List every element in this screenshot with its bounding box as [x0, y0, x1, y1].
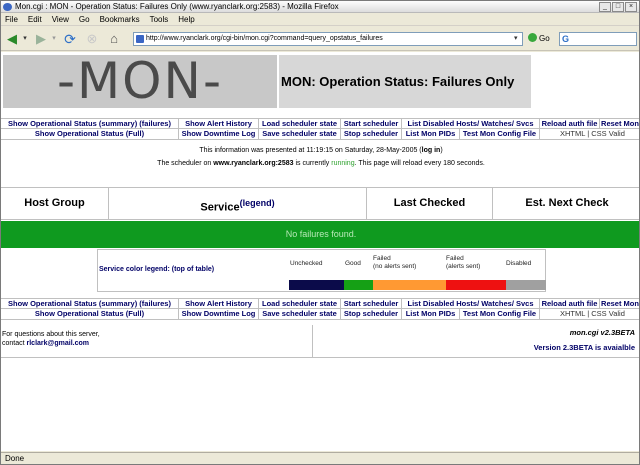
- no-failures-row: No failures found.: [1, 221, 639, 248]
- close-button[interactable]: ×: [625, 2, 637, 12]
- link-reload-auth-file-bottom[interactable]: Reload auth file: [540, 299, 600, 308]
- address-url: http://www.ryanclark.org/cgi-bin/mon.cgi…: [146, 35, 383, 42]
- address-bar[interactable]: http://www.ryanclark.org/cgi-bin/mon.cgi…: [133, 32, 523, 46]
- service-color-legend: Service color legend: (top of table) Unc…: [97, 249, 546, 292]
- menu-tools[interactable]: Tools: [150, 13, 169, 25]
- link-show-opstatus-full[interactable]: Show Operational Status (Full): [1, 129, 179, 139]
- legend-swatch-failed-alerts: [446, 280, 506, 290]
- link-list-disabled-bottom[interactable]: List Disabled Hosts/ Watches/ Svcs: [402, 299, 540, 308]
- status-table-header: Host Group Service(legend) Last Checked …: [1, 187, 639, 220]
- navigation-toolbar: ◀ ▾ ▶ ▾ ⟳ ⊗ ⌂ http://www.ryanclark.org/c…: [1, 27, 639, 51]
- title-bar: Mon.cgi : MON - Operation Status: Failur…: [1, 1, 639, 13]
- link-start-scheduler[interactable]: Start scheduler: [341, 119, 402, 128]
- link-reload-auth-file[interactable]: Reload auth file: [540, 119, 600, 128]
- footer-divider: [312, 325, 313, 357]
- link-stop-scheduler[interactable]: Stop scheduler: [341, 129, 402, 139]
- legend-swatch-failed-no-alerts: [373, 280, 446, 290]
- mon-logo: -MON-: [3, 55, 277, 108]
- header-est-next-check: Est. Next Check: [525, 197, 609, 209]
- scheduler-info: The scheduler on www.ryanclark.org:2583 …: [157, 160, 485, 167]
- link-show-downtime-log[interactable]: Show Downtime Log: [179, 129, 259, 139]
- firefox-icon: [3, 3, 12, 11]
- menu-bar: File Edit View Go Bookmarks Tools Help: [1, 13, 639, 26]
- header-host-group: Host Group: [1, 188, 109, 219]
- link-reset-mon[interactable]: Reset Mon: [600, 119, 639, 128]
- footer-rule: [1, 357, 639, 358]
- contact-email-link[interactable]: rlclark@gmail.com: [27, 340, 89, 347]
- menu-help[interactable]: Help: [178, 13, 194, 25]
- header-last-checked: Last Checked: [367, 188, 493, 219]
- go-icon: [528, 33, 537, 42]
- link-test-mon-config-bottom[interactable]: Test Mon Config File: [460, 309, 540, 319]
- page-title: MON: Operation Status: Failures Only: [279, 55, 531, 108]
- log-in-link[interactable]: log in: [422, 147, 441, 154]
- link-list-mon-pids[interactable]: List Mon PIDs: [402, 129, 460, 139]
- link-reset-mon-bottom[interactable]: Reset Mon: [600, 299, 639, 308]
- link-show-downtime-log-bottom[interactable]: Show Downtime Log: [179, 309, 259, 319]
- link-show-opstatus-summary-failures-bottom[interactable]: Show Operational Status (summary) (failu…: [1, 299, 179, 308]
- footer-version: mon.cgi v2.3BETA: [569, 328, 635, 337]
- address-dropdown-icon[interactable]: ▾: [514, 33, 522, 45]
- header-service: Service(legend): [109, 188, 367, 219]
- link-save-scheduler-state-bottom[interactable]: Save scheduler state: [259, 309, 341, 319]
- menu-edit[interactable]: Edit: [28, 13, 42, 25]
- go-button[interactable]: Go: [528, 32, 554, 46]
- link-list-disabled[interactable]: List Disabled Hosts/ Watches/ Svcs: [402, 119, 540, 128]
- search-engine-icon: G: [562, 34, 570, 44]
- legend-label-failed-alerts: Failed (alerts sent): [446, 255, 481, 270]
- footer-contact: For questions about this server, contact…: [2, 331, 100, 347]
- home-icon[interactable]: ⌂: [105, 30, 123, 48]
- link-save-scheduler-state[interactable]: Save scheduler state: [259, 129, 341, 139]
- legend-label-failed-no-alerts: Failed (no alerts sent): [373, 255, 417, 270]
- forward-arrow-icon[interactable]: ▶: [33, 30, 49, 48]
- legend-label-unchecked: Unchecked: [290, 260, 323, 267]
- link-show-alert-history[interactable]: Show Alert History: [179, 119, 259, 128]
- menu-view[interactable]: View: [52, 13, 69, 25]
- legend-title[interactable]: Service color legend: (top of table): [99, 266, 214, 273]
- window-title: Mon.cgi : MON - Operation Status: Failur…: [15, 2, 339, 11]
- link-load-scheduler-state[interactable]: Load scheduler state: [259, 119, 341, 128]
- search-box[interactable]: G: [559, 32, 637, 46]
- stop-icon[interactable]: ⊗: [83, 30, 101, 48]
- back-dropdown-icon[interactable]: ▾: [21, 30, 29, 48]
- page-favicon-icon: [136, 35, 144, 43]
- link-test-mon-config[interactable]: Test Mon Config File: [460, 129, 540, 139]
- page-content: -MON- MON: Operation Status: Failures On…: [1, 52, 639, 451]
- scheduler-host: www.ryanclark.org:2583: [213, 160, 294, 167]
- link-show-opstatus-full-bottom[interactable]: Show Operational Status (Full): [1, 309, 179, 319]
- footer-update-notice[interactable]: Version 2.3BETA is avaialble: [534, 343, 635, 352]
- link-xhtml-css-valid-bottom[interactable]: XHTML | CSS Valid: [540, 309, 639, 319]
- bottom-nav-links: Show Operational Status (summary) (failu…: [1, 298, 639, 320]
- legend-swatch-unchecked: [289, 280, 344, 290]
- link-xhtml-css-valid[interactable]: XHTML | CSS Valid: [540, 129, 639, 139]
- legend-swatch-disabled: [506, 280, 546, 290]
- maximize-button[interactable]: □: [612, 2, 624, 12]
- reload-icon[interactable]: ⟳: [61, 30, 79, 48]
- menu-bookmarks[interactable]: Bookmarks: [100, 13, 140, 25]
- legend-swatch-good: [344, 280, 373, 290]
- link-load-scheduler-state-bottom[interactable]: Load scheduler state: [259, 299, 341, 308]
- forward-dropdown-icon[interactable]: ▾: [50, 30, 58, 48]
- legend-label-disabled: Disabled: [506, 260, 532, 267]
- browser-window: Mon.cgi : MON - Operation Status: Failur…: [0, 0, 640, 465]
- back-arrow-icon[interactable]: ◀: [4, 30, 20, 48]
- menu-go[interactable]: Go: [79, 13, 90, 25]
- link-show-opstatus-summary-failures[interactable]: Show Operational Status (summary) (failu…: [1, 119, 179, 128]
- presented-info: This information was presented at 11:19:…: [199, 147, 443, 154]
- legend-label-good: Good: [345, 260, 361, 267]
- legend-link[interactable]: (legend): [240, 198, 275, 208]
- link-show-alert-history-bottom[interactable]: Show Alert History: [179, 299, 259, 308]
- link-start-scheduler-bottom[interactable]: Start scheduler: [341, 299, 402, 308]
- link-stop-scheduler-bottom[interactable]: Stop scheduler: [341, 309, 402, 319]
- link-list-mon-pids-bottom[interactable]: List Mon PIDs: [402, 309, 460, 319]
- status-bar: Done: [1, 452, 639, 464]
- top-nav-links: Show Operational Status (summary) (failu…: [1, 118, 639, 140]
- minimize-button[interactable]: _: [599, 2, 611, 12]
- scheduler-state: running: [331, 160, 355, 167]
- menu-file[interactable]: File: [5, 13, 18, 25]
